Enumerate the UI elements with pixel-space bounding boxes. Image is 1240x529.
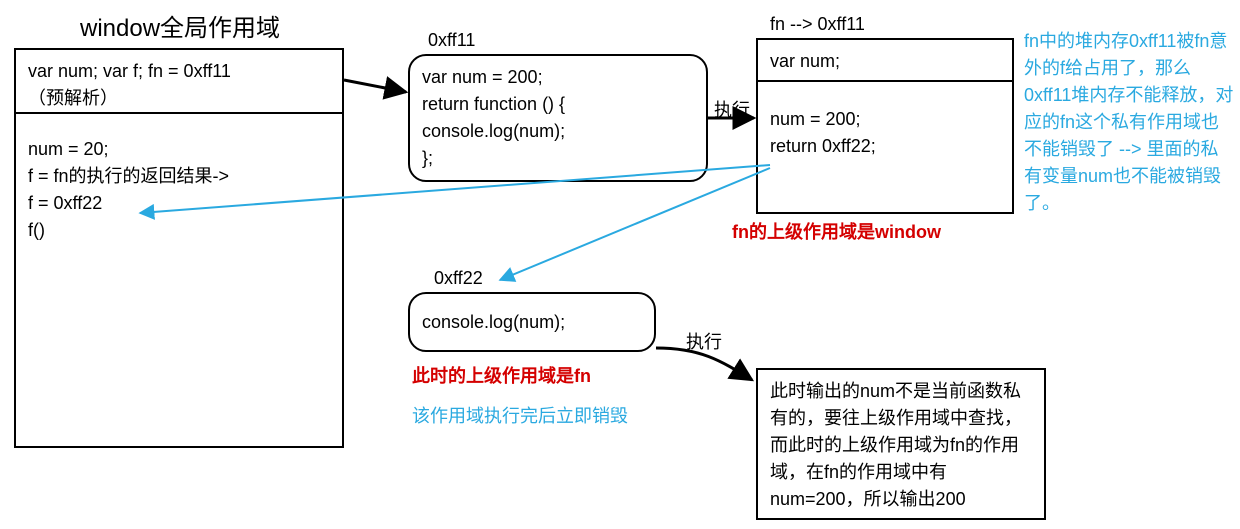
arrow-return-to-inner xyxy=(500,168,770,280)
code-line: num = 200; xyxy=(770,106,876,133)
fn-def-body: var num = 200; return function () { cons… xyxy=(410,56,706,180)
inner-fn-box: console.log(num); xyxy=(408,292,656,352)
code-line: console.log(num); xyxy=(422,118,694,145)
inner-fn-label: 0xff22 xyxy=(434,268,483,289)
window-scope-box: var num; var f; fn = 0xff11 （预解析） num = … xyxy=(14,48,344,448)
window-body: num = 20; f = fn的执行的返回结果-> f = 0xff22 f(… xyxy=(16,128,241,252)
code-line: num = 20; xyxy=(28,136,229,163)
inner-fn-note-cyan: 该作用域执行完后立即销毁 xyxy=(412,402,628,428)
inner-fn-note-red: 此时的上级作用域是fn xyxy=(412,362,591,388)
code-line: }; xyxy=(422,145,694,172)
window-header: var num; var f; fn = 0xff11 （预解析） xyxy=(16,50,342,120)
exec-label-1: 执行 xyxy=(714,96,750,122)
code-line: f() xyxy=(28,217,229,244)
code-line: f = fn的执行的返回结果-> xyxy=(28,163,229,190)
page-title: window全局作用域 xyxy=(80,8,280,43)
fn-exec-note: fn的上级作用域是window xyxy=(732,218,941,244)
code-line: return 0xff22; xyxy=(770,133,876,160)
side-note: fn中的堆内存0xff11被fn意外的f给占用了，那么0xff11堆内存不能释放… xyxy=(1024,28,1234,217)
result-box: 此时输出的num不是当前函数私有的，要往上级作用域中查找，而此时的上级作用域为f… xyxy=(756,368,1046,520)
divider xyxy=(16,112,342,114)
code-line: f = 0xff22 xyxy=(28,190,229,217)
fn-def-label: 0xff11 xyxy=(428,30,475,51)
arrow-window-to-fn xyxy=(344,80,406,92)
divider xyxy=(758,80,1012,82)
fn-exec-box: var num; num = 200; return 0xff22; xyxy=(756,38,1014,214)
result-text: 此时输出的num不是当前函数私有的，要往上级作用域中查找，而此时的上级作用域为f… xyxy=(770,381,1022,509)
fn-def-box: var num = 200; return function () { cons… xyxy=(408,54,708,182)
fn-exec-label: fn --> 0xff11 xyxy=(770,14,865,35)
inner-fn-body: console.log(num); xyxy=(410,301,577,344)
code-line: var num = 200; xyxy=(422,64,694,91)
code-line: return function () { xyxy=(422,91,694,118)
exec-label-2: 执行 xyxy=(686,328,722,354)
fn-exec-body: num = 200; return 0xff22; xyxy=(758,98,888,168)
fn-exec-header: var num; xyxy=(758,40,1012,83)
